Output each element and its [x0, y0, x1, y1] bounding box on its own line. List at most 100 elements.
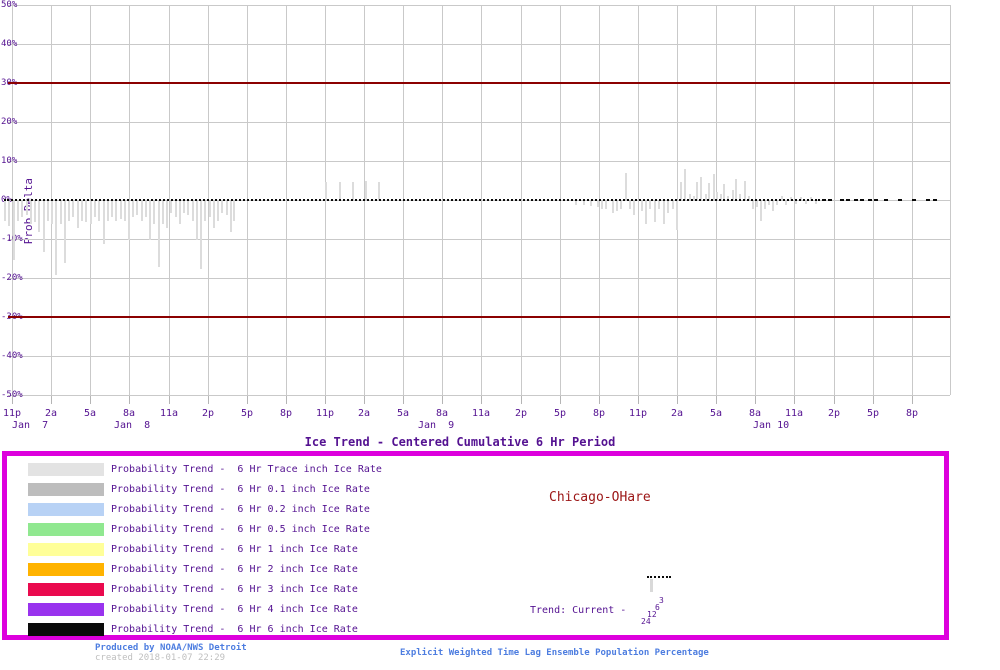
x-axis-tick	[560, 396, 561, 404]
legend-swatch	[28, 582, 104, 596]
probability-bar	[713, 174, 715, 200]
probability-bar	[81, 201, 83, 221]
zero-line-dash	[933, 199, 937, 201]
probability-bar	[768, 201, 770, 205]
probability-bar	[175, 201, 177, 217]
probability-bar	[658, 201, 660, 209]
probability-bar	[785, 201, 787, 205]
zero-line-dash	[884, 199, 888, 201]
grid-line-horizontal	[8, 161, 950, 162]
probability-bar	[601, 201, 603, 209]
x-axis-tick-label: 11p	[315, 408, 335, 419]
probability-bar	[170, 201, 172, 213]
legend-row: Probability Trend - 6 Hr 3 inch Ice Rate	[28, 579, 358, 599]
legend-swatch	[28, 482, 104, 496]
legend-label: Probability Trend - 6 Hr 6 inch Ice Rate	[111, 623, 358, 635]
probability-bar	[204, 201, 206, 221]
trend-inset-tick-24: 24	[641, 617, 651, 626]
probability-bar	[735, 179, 737, 200]
probability-bar	[744, 181, 746, 200]
x-axis-tick	[794, 396, 795, 404]
probability-bar	[645, 201, 647, 224]
legend-label: Probability Trend - 6 Hr 4 inch Ice Rate	[111, 603, 358, 615]
grid-line-vertical	[950, 5, 951, 395]
legend-swatch	[28, 462, 104, 476]
probability-bar	[187, 201, 189, 215]
probability-bar	[141, 201, 143, 221]
probability-bar	[149, 201, 151, 240]
probability-bar	[94, 201, 96, 217]
probability-bar	[153, 201, 155, 224]
probability-bar	[47, 201, 49, 221]
probability-bar	[98, 201, 100, 221]
probability-bar	[680, 182, 682, 200]
probability-bar	[111, 201, 113, 217]
x-axis-tick	[521, 396, 522, 404]
probability-bar	[17, 201, 19, 221]
legend-box: Probability Trend - 6 Hr Trace inch Ice …	[2, 451, 949, 640]
probability-bar	[663, 201, 665, 224]
probability-bar	[629, 201, 631, 209]
probability-bar	[708, 183, 710, 200]
probability-bar	[590, 201, 592, 206]
probability-bar	[179, 201, 181, 224]
probability-bar	[776, 201, 778, 205]
probability-bar	[51, 201, 53, 224]
x-axis-tick	[442, 396, 443, 404]
probability-bar	[107, 201, 109, 221]
x-axis-tick	[599, 396, 600, 404]
x-axis-tick-label: 11p	[2, 408, 22, 419]
probability-bar	[620, 201, 622, 209]
legend-swatch	[28, 522, 104, 536]
x-axis-tick	[286, 396, 287, 404]
x-axis-tick	[716, 396, 717, 404]
legend-label: Probability Trend - 6 Hr 0.5 inch Ice Ra…	[111, 523, 370, 535]
legend-label: Probability Trend - 6 Hr 2 inch Ice Rate	[111, 563, 358, 575]
probability-bar	[696, 182, 698, 200]
legend-swatch	[28, 542, 104, 556]
probability-bar	[365, 181, 367, 200]
x-axis-tick-label: 11p	[628, 408, 648, 419]
x-axis-tick	[873, 396, 874, 404]
probability-bar	[625, 173, 627, 200]
probability-bar	[815, 201, 817, 204]
probability-bar	[120, 201, 122, 219]
probability-bar	[752, 201, 754, 209]
probability-bar	[667, 201, 669, 213]
probability-bar	[85, 201, 87, 222]
zero-line-dash	[822, 199, 826, 201]
y-axis-tick-label: 50%	[1, 0, 18, 10]
legend-row: Probability Trend - 6 Hr 1 inch Ice Rate	[28, 539, 358, 559]
probability-bar	[60, 201, 62, 224]
legend-swatch	[28, 502, 104, 516]
probability-bar	[68, 201, 70, 221]
x-axis-tick	[834, 396, 835, 404]
legend-swatch	[28, 622, 104, 636]
x-axis-tick-label: 2a	[357, 408, 371, 419]
probability-bar	[378, 182, 380, 200]
probability-bar	[233, 201, 235, 221]
legend-label: Probability Trend - 6 Hr 0.1 inch Ice Ra…	[111, 483, 370, 495]
probability-bar	[575, 201, 577, 205]
trend-inset-zero-line	[647, 576, 671, 578]
x-axis-tick-label: 8a	[748, 408, 762, 419]
x-axis-tick-label: 8p	[592, 408, 606, 419]
probability-bar	[38, 201, 40, 232]
probability-bar	[684, 169, 686, 200]
probability-bar	[676, 201, 678, 230]
probability-bar	[21, 201, 23, 217]
x-axis-tick-label: 2p	[827, 408, 841, 419]
x-axis-date-label: Jan 10	[753, 420, 790, 431]
probability-bar	[200, 201, 202, 269]
legend-row: Probability Trend - 6 Hr 2 inch Ice Rate	[28, 559, 358, 579]
x-axis-tick	[755, 396, 756, 404]
x-axis-date-label: Jan 9	[418, 420, 455, 431]
legend-label: Probability Trend - 6 Hr 0.2 inch Ice Ra…	[111, 503, 370, 515]
probability-bar	[128, 201, 130, 240]
legend-label: Probability Trend - 6 Hr 3 inch Ice Rate	[111, 583, 358, 595]
probability-bar	[756, 201, 758, 207]
chart-title: Ice Trend - Centered Cumulative 6 Hr Per…	[304, 435, 616, 449]
probability-bar	[55, 201, 57, 275]
probability-bar	[633, 201, 635, 215]
probability-bar	[221, 201, 223, 213]
